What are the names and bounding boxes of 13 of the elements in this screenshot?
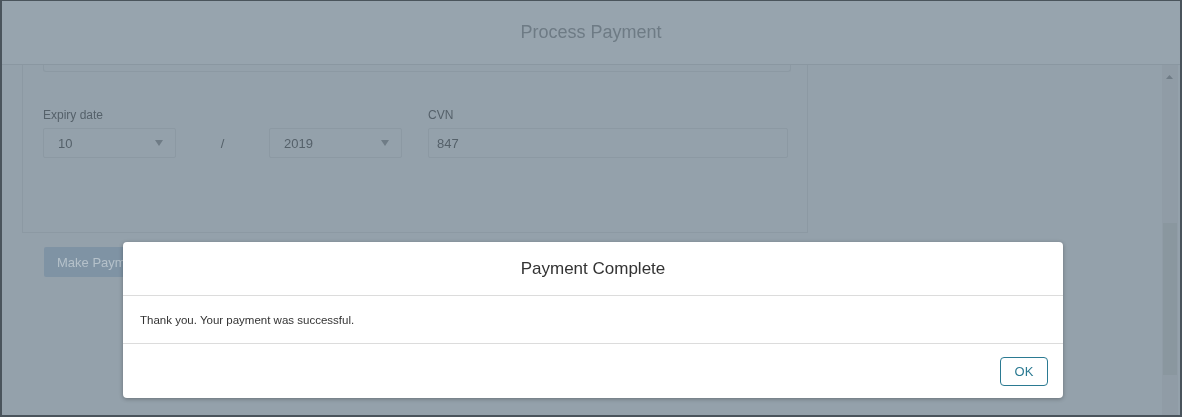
year-select[interactable]: 2019 — [269, 128, 402, 158]
expiry-label: Expiry date — [43, 108, 105, 122]
ok-button[interactable]: OK — [1000, 356, 1048, 386]
caret-icon — [381, 140, 389, 146]
scroll-up-icon[interactable] — [1166, 75, 1173, 79]
scrollbar[interactable] — [1162, 65, 1178, 415]
dialog-message: Thank you. Your payment was successful. — [140, 313, 355, 326]
dialog-title: Payment Complete — [520, 258, 666, 279]
cvn-field[interactable]: 847 — [428, 128, 788, 158]
cvn-label: CVN — [428, 108, 455, 122]
date-separator: / — [219, 135, 226, 151]
caret-icon — [155, 140, 163, 146]
month-select[interactable]: 10 — [43, 128, 176, 158]
